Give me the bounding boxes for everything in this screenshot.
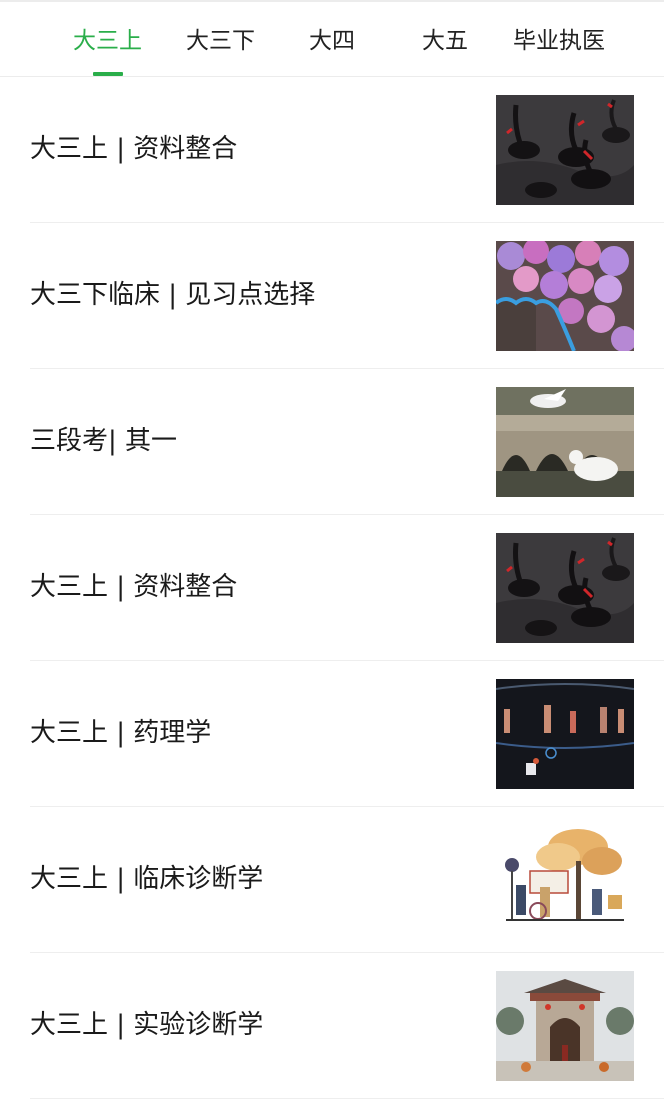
article-title: 大三上 | 资料整合: [30, 572, 238, 602]
stage-performance-thumbnail: [496, 679, 634, 789]
article-item[interactable]: 三段考| 其一: [30, 369, 664, 515]
tab-graduation-licensing[interactable]: 毕业执医: [513, 24, 605, 58]
article-item[interactable]: 大三上 | 药理学: [30, 661, 664, 807]
article-title: 大三上 | 资料整合: [30, 134, 238, 164]
stone-bridge-pigeons-thumbnail: [496, 387, 634, 497]
black-swans-thumbnail: [496, 95, 634, 205]
article-title: 大三上 | 临床诊断学: [30, 864, 264, 894]
article-title: 大三下临床 | 见习点选择: [30, 280, 316, 310]
tab-da-wu[interactable]: 大五: [422, 24, 468, 58]
illustrated-tree-characters-thumbnail: [496, 825, 634, 935]
article-title: 三段考| 其一: [30, 426, 178, 456]
article-title: 大三上 | 实验诊断学: [30, 1010, 264, 1040]
category-tabs: 大三上 大三下 大四 大五 毕业执医: [0, 2, 664, 77]
article-list: 大三上 | 资料整合 大三下临床 | 见习点选择 三段考| 其一 大三上 | 资…: [0, 77, 664, 1099]
article-title: 大三上 | 药理学: [30, 718, 212, 748]
article-item[interactable]: 大三上 | 资料整合: [30, 77, 664, 223]
article-item[interactable]: 大三下临床 | 见习点选择: [30, 223, 664, 369]
black-swans-thumbnail: [496, 533, 634, 643]
active-tab-indicator: [93, 72, 123, 76]
article-item[interactable]: 大三上 | 实验诊断学: [30, 953, 664, 1099]
hydrangea-flowers-thumbnail: [496, 241, 634, 351]
tab-da-si[interactable]: 大四: [309, 24, 355, 58]
tab-da-san-xia[interactable]: 大三下: [186, 24, 255, 58]
article-item[interactable]: 大三上 | 临床诊断学: [30, 807, 664, 953]
winter-gate-thumbnail: [496, 971, 634, 1081]
article-item[interactable]: 大三上 | 资料整合: [30, 515, 664, 661]
tab-da-san-shang[interactable]: 大三上: [73, 24, 142, 58]
